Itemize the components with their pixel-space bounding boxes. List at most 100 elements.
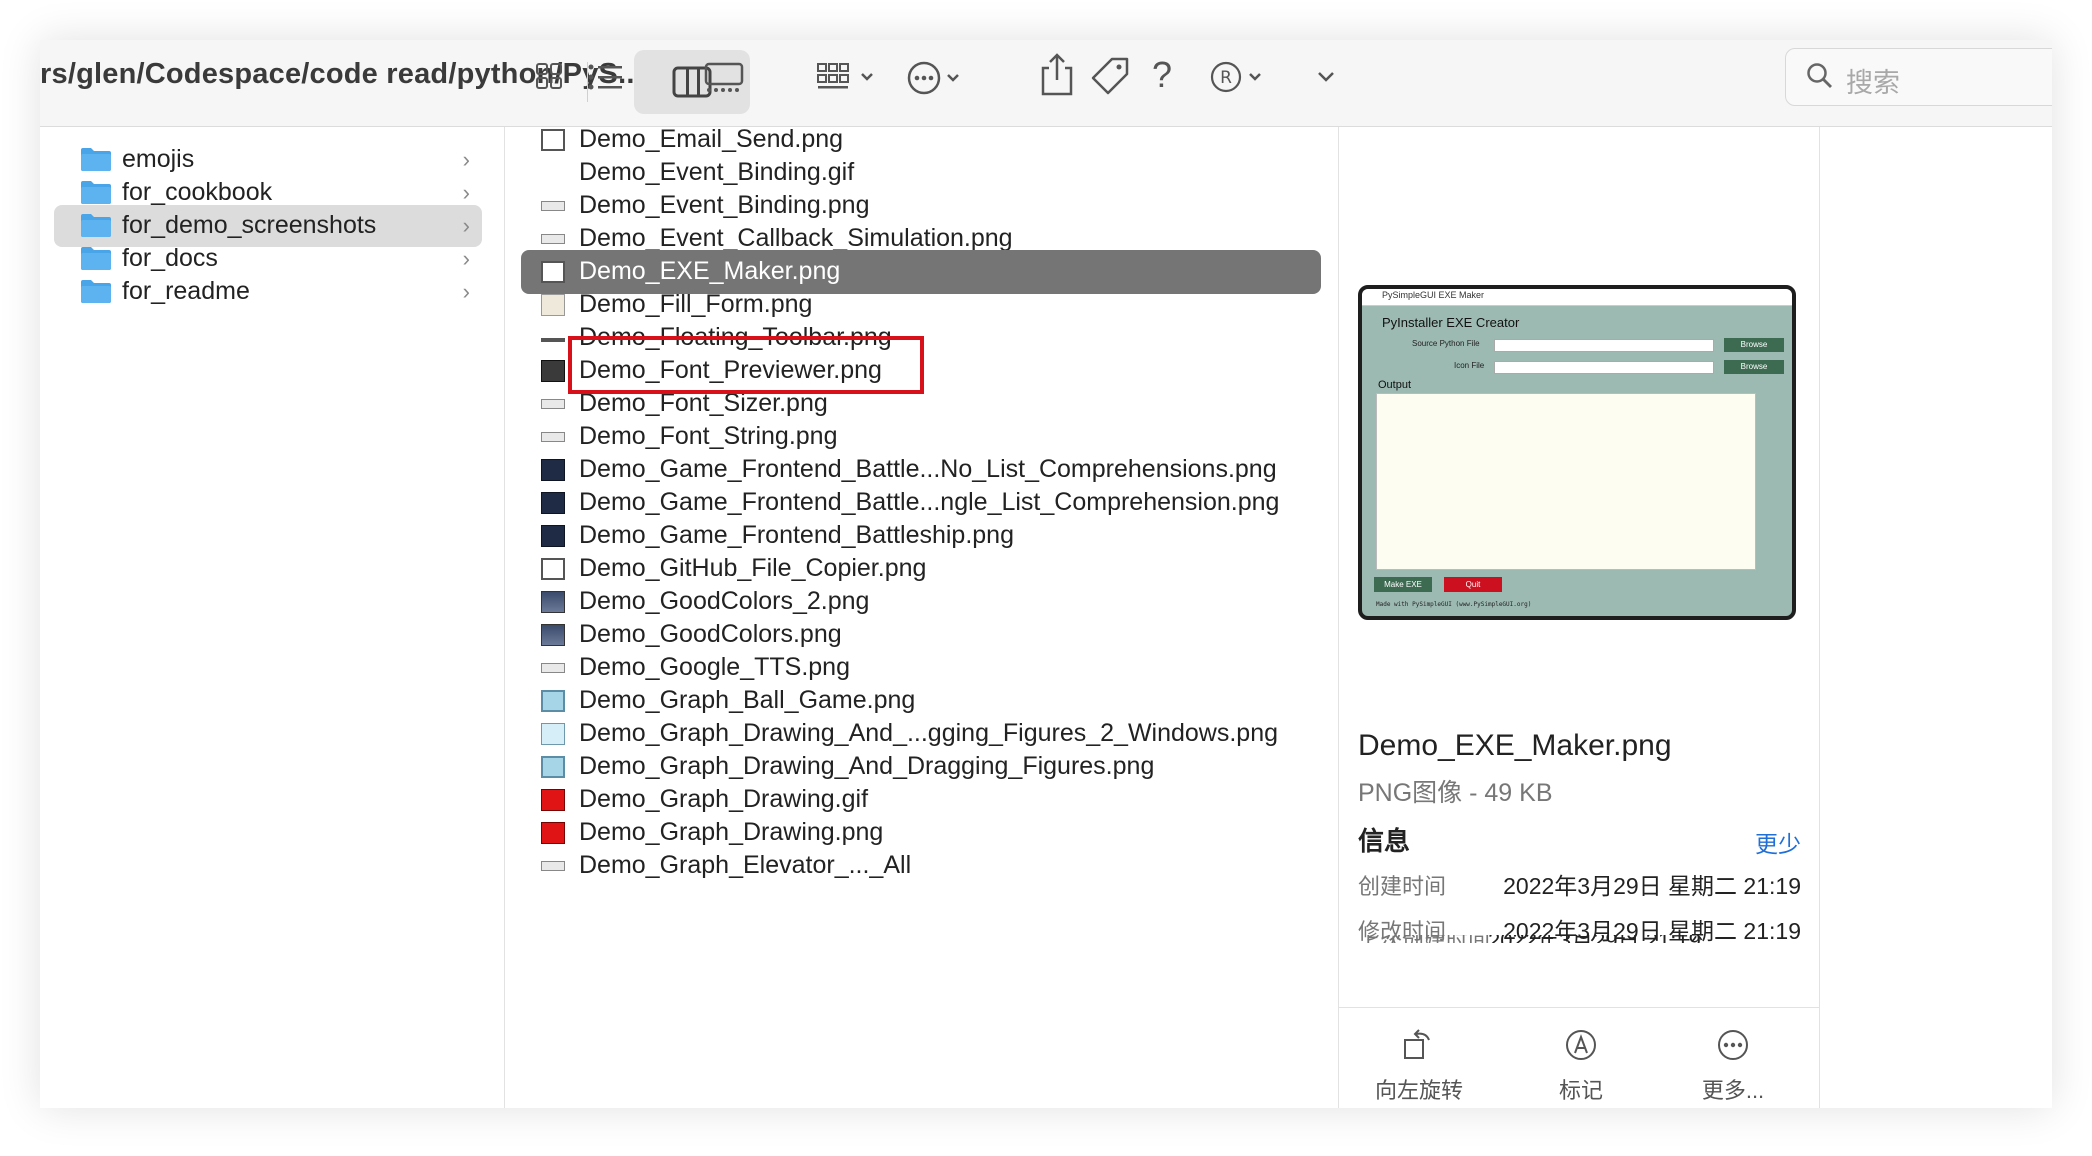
action-button[interactable]: [906, 60, 970, 96]
list-view-icon: [588, 64, 622, 90]
help-button[interactable]: ?: [1152, 54, 1172, 96]
svg-text:R: R: [1220, 68, 1232, 88]
file-thumbnail-icon: [541, 334, 565, 342]
more-icon: [1718, 1030, 1748, 1060]
registered-menu-button[interactable]: R: [1210, 60, 1270, 94]
file-label: Demo_Font_Previewer.png: [579, 356, 882, 384]
folder-label: emojis: [122, 145, 195, 173]
file-thumbnail-icon: [541, 624, 565, 646]
sidebar-item-for-readme[interactable]: for_readme ›: [54, 271, 482, 313]
chevron-right-icon: ›: [462, 246, 470, 271]
tag-button[interactable]: [1090, 56, 1130, 96]
search-placeholder: 搜索: [1846, 68, 1900, 99]
preview-heading: PyInstaller EXE Creator: [1382, 315, 1520, 330]
file-thumbnail-icon: [541, 432, 565, 442]
markup-button[interactable]: 标记: [1521, 1028, 1641, 1105]
quick-actions: 向左旋转 标记 更多...: [1339, 1007, 1819, 1108]
file-column: Demo_Email_Send.png Demo_Event_Binding.gi…: [505, 127, 1339, 1108]
file-thumbnail-icon: [541, 459, 565, 481]
registered-icon: R: [1210, 61, 1261, 93]
show-less-link[interactable]: 更少: [1755, 825, 1801, 859]
rotate-left-icon: [1404, 1029, 1430, 1059]
cut-label: 上次创建时间: [1358, 935, 1490, 943]
rotate-left-button[interactable]: 向左旋转: [1359, 1028, 1479, 1105]
help-icon: ?: [1152, 54, 1173, 95]
cut-value: 2022年3月29日 21:19: [1488, 935, 1701, 943]
chevron-right-icon: ›: [462, 147, 470, 172]
file-thumbnail-icon: [541, 558, 565, 580]
file-thumbnail-icon: [541, 261, 565, 283]
more-actions-button[interactable]: 更多...: [1673, 1028, 1793, 1105]
preview-window-title: PySimpleGUI EXE Maker: [1382, 290, 1485, 300]
file-label: Demo_Event_Callback_Simulation.png: [579, 224, 1013, 252]
file-label: Demo_Graph_Elevator_..._All: [579, 851, 912, 879]
created-label: 创建时间: [1358, 874, 1447, 899]
list-view-button[interactable]: [588, 64, 624, 90]
more-chevron-icon: [1318, 72, 1334, 82]
preview-output-label: Output: [1378, 379, 1412, 391]
file-label: Demo_Game_Frontend_Battle...No_List_Comp…: [579, 455, 1277, 483]
file-thumbnail-icon: [541, 591, 565, 613]
file-label: Demo_Email_Send.png: [579, 127, 844, 153]
file-label: Demo_Graph_Drawing.png: [579, 818, 884, 846]
file-label: Demo_Floating_Toolbar.png: [579, 323, 892, 351]
file-thumbnail-icon: [541, 861, 565, 871]
search-field[interactable]: 搜索: [1785, 48, 2052, 106]
preview-output-box: [1376, 393, 1756, 570]
action-icon: [907, 61, 959, 95]
folder-icon: [81, 214, 111, 237]
file-thumbnail-icon: [541, 525, 565, 547]
file-row[interactable]: Demo_Graph_Elevator_..._All: [521, 844, 1321, 888]
group-icon: [817, 63, 873, 89]
gallery-view-icon: [704, 62, 744, 92]
gallery-view-button[interactable]: [704, 62, 744, 94]
folder-label: for_cookbook: [122, 178, 273, 206]
preview-make-button: Make EXE: [1374, 577, 1432, 592]
file-label: Demo_Game_Frontend_Battle...ngle_List_Co…: [579, 488, 1280, 516]
preview-thumbnail: PySimpleGUI EXE Maker PyInstaller EXE Cr…: [1358, 285, 1796, 620]
file-thumbnail-icon: [541, 201, 565, 211]
file-label: Demo_EXE_Maker.png: [579, 257, 841, 285]
file-thumbnail-icon: [541, 756, 565, 778]
file-label: Demo_Event_Binding.gif: [579, 158, 855, 186]
share-icon: [1041, 53, 1073, 96]
preview-browse-button: Browse: [1724, 360, 1784, 374]
file-thumbnail-icon: [541, 399, 565, 409]
folder-label: for_demo_screenshots: [122, 211, 377, 239]
folder-icon: [81, 181, 111, 204]
info-file-name: Demo_EXE_Maker.png: [1358, 729, 1672, 762]
preview-titlebar: PySimpleGUI EXE Maker: [1362, 289, 1792, 306]
file-label: Demo_GoodColors_2.png: [579, 587, 870, 615]
file-thumbnail-icon: [541, 168, 565, 180]
file-thumbnail-icon: [541, 360, 565, 382]
file-thumbnail-icon: [541, 690, 565, 712]
file-label: Demo_GitHub_File_Copier.png: [579, 554, 927, 582]
icon-view-button[interactable]: [535, 62, 563, 90]
overflow-button[interactable]: [1316, 70, 1336, 84]
toolbar: rs/glen/Codespace/code read/python/PyS..…: [40, 40, 2052, 127]
folder-icon: [81, 280, 111, 303]
more-actions-label: 更多...: [1701, 1078, 1765, 1103]
file-label: Demo_Game_Frontend_Battleship.png: [579, 521, 1014, 549]
tag-icon: [1091, 57, 1129, 95]
info-row-cut: 上次创建时间 2022年3月29日 21:19: [1358, 935, 1798, 943]
preview-source-input: [1494, 339, 1714, 352]
rotate-left-label: 向左旋转: [1374, 1078, 1463, 1103]
file-label: Demo_Graph_Drawing_And_...gging_Figures_…: [579, 719, 1279, 747]
folder-icon: [81, 247, 111, 270]
folder-label: for_readme: [122, 277, 250, 305]
preview-quit-button: Quit: [1444, 577, 1502, 592]
file-label: Demo_Graph_Drawing.gif: [579, 785, 869, 813]
file-thumbnail-icon: [541, 723, 565, 745]
group-button[interactable]: [816, 62, 880, 94]
preview-footer: Made with PySimpleGUI (www.PySimpleGUI.o…: [1376, 601, 1532, 608]
markup-label: 标记: [1558, 1078, 1603, 1103]
folder-icon: [81, 148, 111, 171]
file-label: Demo_Fill_Form.png: [579, 290, 813, 318]
file-label: Demo_Font_Sizer.png: [579, 389, 828, 417]
file-thumbnail-icon: [541, 789, 565, 811]
preview-source-label: Source Python File: [1412, 339, 1480, 348]
chevron-right-icon: ›: [462, 279, 470, 304]
info-file-type: PNG图像 - 49 KB: [1358, 779, 1553, 807]
share-button[interactable]: [1040, 52, 1074, 96]
